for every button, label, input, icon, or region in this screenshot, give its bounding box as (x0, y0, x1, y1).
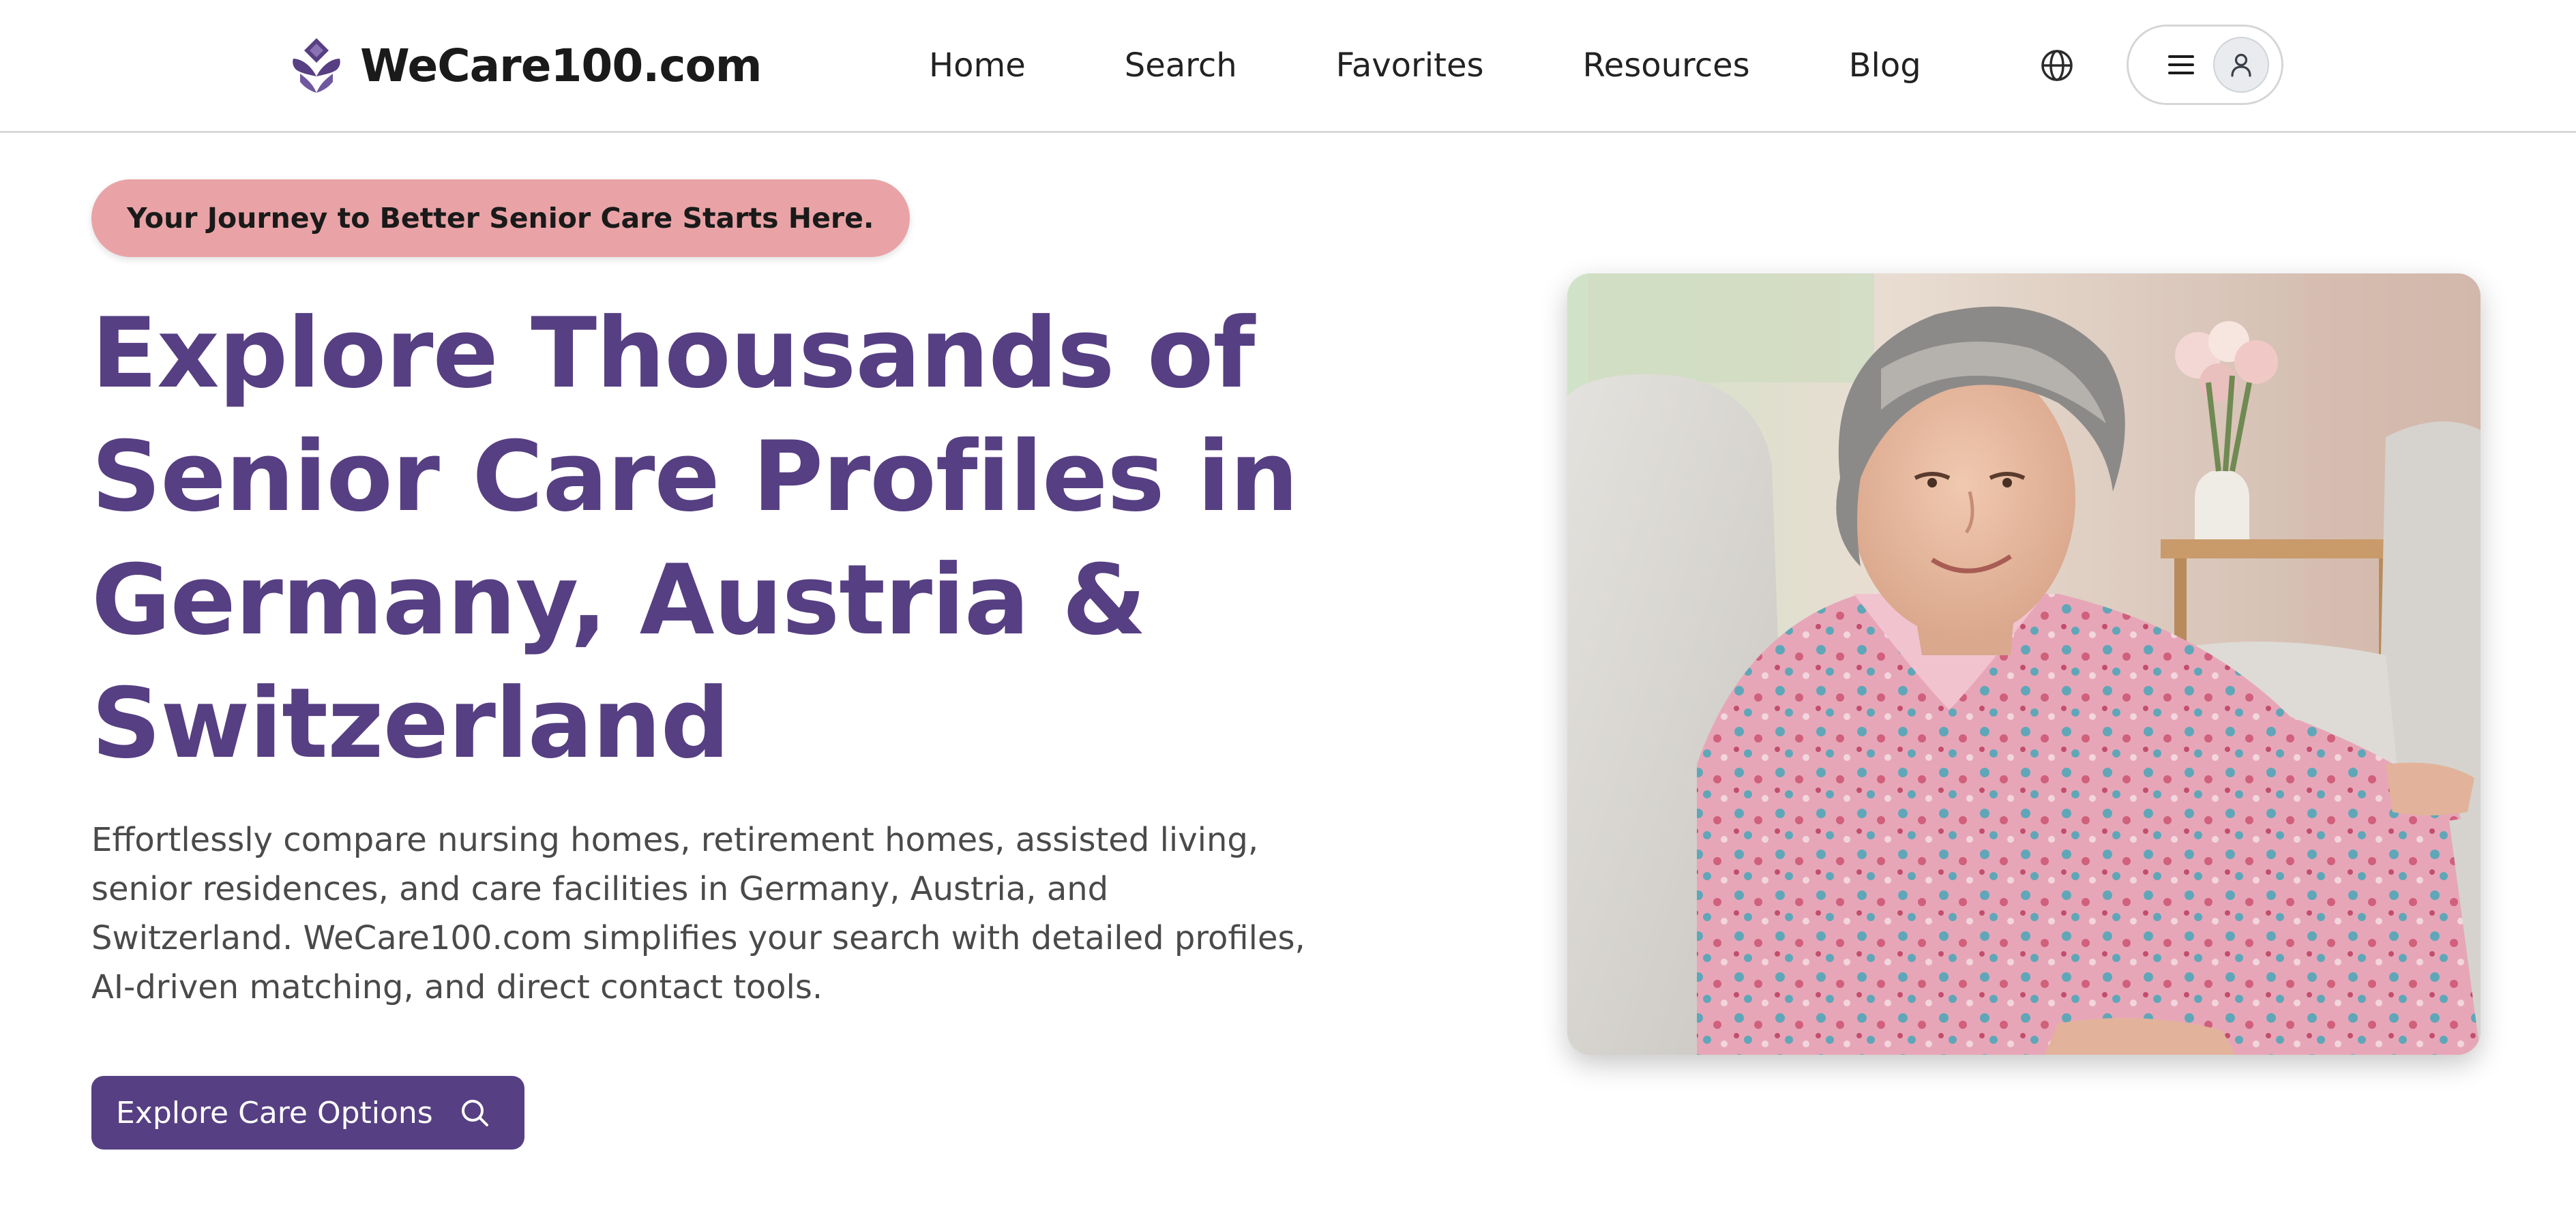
hero-tagline-badge: Your Journey to Better Senior Care Start… (91, 179, 910, 257)
brand-name: WeCare100.com (360, 39, 763, 92)
account-menu-button[interactable] (2127, 25, 2283, 105)
hero-description: Effortlessly compare nursing homes, reti… (91, 821, 1305, 1006)
search-icon (461, 1100, 488, 1126)
cta-label: Explore Care Options (116, 1095, 433, 1130)
lotus-logo-icon (293, 38, 340, 93)
nav-blog[interactable]: Blog (1849, 46, 1921, 85)
user-icon (2231, 53, 2251, 77)
main-nav: Home Search Favorites Resources Blog (929, 42, 1921, 89)
site-header: WeCare100.com Home Search Favorites Reso… (0, 0, 2576, 133)
nav-favorites[interactable]: Favorites (1336, 46, 1484, 85)
brand-logo[interactable]: WeCare100.com (286, 34, 763, 97)
explore-care-options-button[interactable]: Explore Care Options (91, 1076, 524, 1150)
globe-icon[interactable] (2039, 48, 2075, 83)
hero-title: Explore Thousands of Senior Care Profile… (91, 297, 1299, 780)
nav-home[interactable]: Home (929, 46, 1026, 85)
nav-resources[interactable]: Resources (1582, 46, 1749, 85)
senior-woman-photo (1567, 273, 2481, 1055)
hamburger-menu-icon (2168, 55, 2194, 74)
avatar (2213, 37, 2269, 93)
nav-search[interactable]: Search (1125, 46, 1237, 85)
